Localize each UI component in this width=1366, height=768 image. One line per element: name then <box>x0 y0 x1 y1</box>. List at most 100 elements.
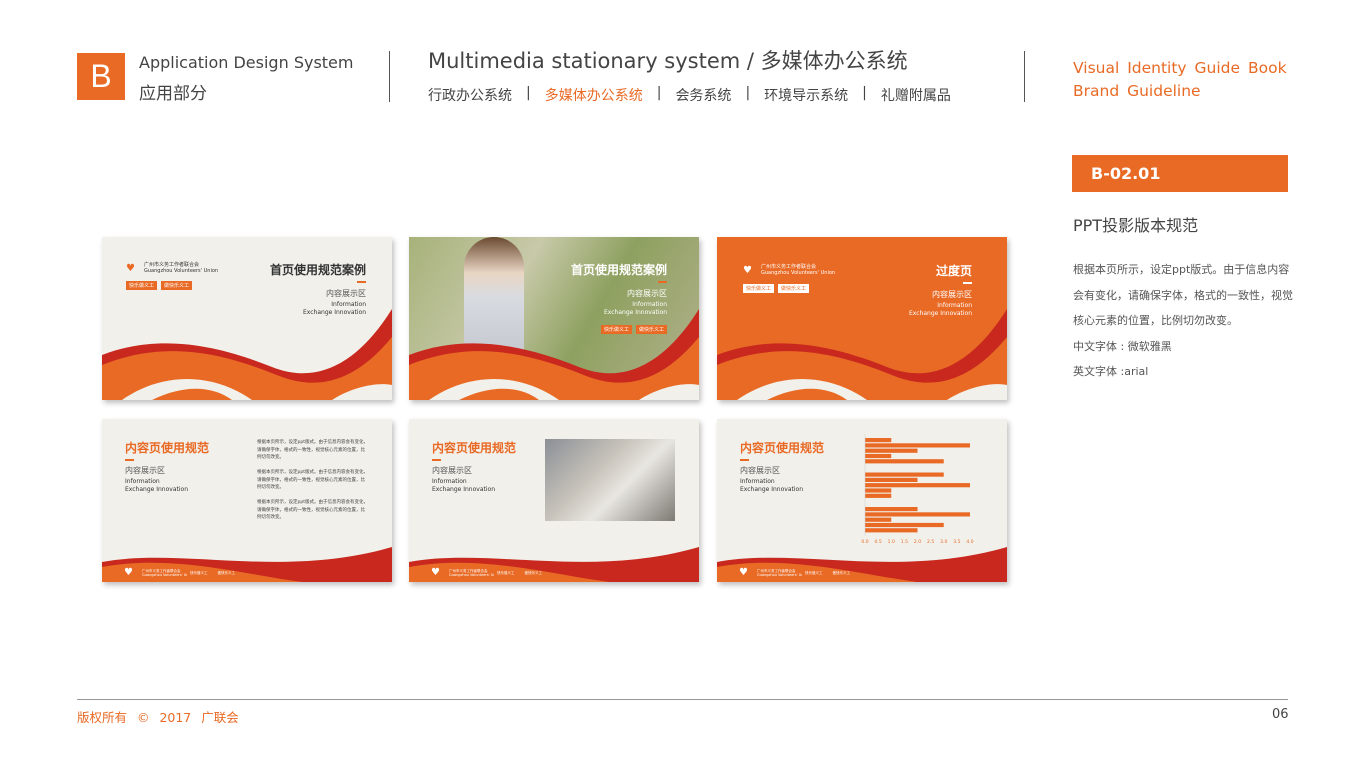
chart-tick-label: 2.0 <box>914 539 921 545</box>
slide-title: 内容页使用规范 <box>125 441 210 455</box>
logo-en: Guangzhou Volunteers' Union <box>144 268 219 274</box>
heart-logo-icon: ♥ <box>743 264 752 276</box>
slogans: 快乐做义工 做快乐义工 <box>802 570 853 577</box>
logo: ♥ 广州市义务工作者联合会 Guangzhou Volunteers' Union <box>743 264 836 276</box>
logo: ♥ 广州市义务工作者联合会 Guangzhou Volunteers' Union <box>126 262 218 274</box>
dash <box>357 281 366 283</box>
chart-bar <box>865 488 892 493</box>
dash <box>432 459 441 461</box>
slogan: 做快乐义工 <box>161 281 193 290</box>
nav-item[interactable]: 环境导示系统 <box>764 85 848 105</box>
nav-item[interactable]: 会务系统 <box>675 85 731 105</box>
page-code: B-02.01 <box>1072 155 1288 192</box>
slide-content-photo: 内容页使用规范内容展示区 Information Exchange Innovati… <box>409 419 699 582</box>
nav-item[interactable]: 行政办公系统 <box>428 85 512 105</box>
slide-transition: ♥ 广州市义务工作者联合会 Guangzhou Volunteers' Union … <box>717 237 1007 400</box>
slide-en: Information Exchange Innovation <box>604 301 667 316</box>
chart-bar <box>865 512 970 517</box>
slide-content-text: 根据本页所示，设定ppt版式。由于信息内容会有变化，请确保字体，格式的一致性，视… <box>102 419 392 582</box>
chart-bar <box>865 528 918 533</box>
body-text: 根据本页所示，设定ppt版式。由于信息内容会有变化，请确保字体，格式的一致性，视… <box>257 500 368 520</box>
slide-sub: 内容展示区 <box>326 289 366 298</box>
slide-cover: ♥ 广州市义务工作者联合会 Guangzhou Volunteers' Union … <box>102 237 392 400</box>
chart-bar <box>865 448 918 453</box>
slide-cover-photo: 首页使用规范案例 内容展示区 Information Exchange Innov… <box>409 237 699 400</box>
slogans: 快乐做义工 做快乐义工 <box>187 570 238 577</box>
logo: ♥ 广州市义务工作者联合会 Guangzhou Volunteers' Union <box>124 567 194 578</box>
chart-tick-label: 3.5 <box>953 539 960 545</box>
slide-sub: 内容展示区 <box>432 466 472 475</box>
nav-separator: | <box>526 85 531 101</box>
slide-title: 过度页 <box>935 264 972 278</box>
nav-separator: | <box>862 85 867 101</box>
chart-tick-label: 4.0 <box>966 539 973 545</box>
chart-tick-label: 2.5 <box>927 539 934 545</box>
nav-item[interactable]: 礼赠附属品 <box>881 85 951 105</box>
body-text: 根据本页所示，设定ppt版式。由于信息内容会有变化，请确保字体，格式的一致性，视… <box>257 440 368 460</box>
chart-bar <box>865 472 944 477</box>
slide-title: 内容页使用规范 <box>432 441 517 455</box>
copyright: 版权所有 © 2017 广联会 <box>77 710 239 725</box>
system-title: Multimedia stationary system / 多媒体办公系统 <box>428 49 908 73</box>
nav-item[interactable]: 多媒体办公系统 <box>545 85 643 105</box>
chart-bar <box>865 493 892 498</box>
dash <box>963 282 972 284</box>
chart-bar <box>865 453 892 459</box>
slide-sub: 内容展示区 <box>932 290 972 299</box>
slide-title: 首页使用规范案例 <box>269 263 366 277</box>
chart-bar <box>865 517 892 522</box>
chart-tick-label: 0.0 <box>861 539 868 545</box>
chart-bar <box>865 522 944 528</box>
description: 根据本页所示，设定ppt版式。由于信息内容会有变化，请确保字体，格式的一致性，视… <box>1073 257 1293 385</box>
page-subtitle: PPT投影版本规范 <box>1073 216 1199 235</box>
slide-en: Information Exchange Innovation <box>125 478 188 493</box>
slogans: 快乐做义工 做快乐义工 <box>126 281 193 290</box>
vi-line-2: Brand Guideline <box>1073 82 1201 100</box>
slide-content-chart: 0.0 0.5 1.0 1.5 2.0 2.5 3.0 3.5 4.0 内容页使用规范 内容展示区… <box>717 419 1007 582</box>
system-nav: 行政办公系统 | 多媒体办公系统 | 会务系统 | 环境导示系统 | 礼赠附属品 <box>428 85 951 105</box>
nav-separator: | <box>656 85 662 101</box>
divider <box>1024 51 1025 102</box>
dash <box>125 459 134 461</box>
page-number: 06 <box>1272 707 1289 722</box>
logo: ♥ 广州市义务工作者联合会 Guangzhou Volunteers' Union <box>431 567 501 578</box>
slide-en: Information Exchange Innovation <box>909 302 972 317</box>
heart-logo-icon: ♥ <box>126 262 135 274</box>
slogan: 快乐做义工 <box>600 325 632 334</box>
chart-bar <box>865 459 944 464</box>
heart-logo-icon: ♥ <box>431 567 440 578</box>
description-text: 根据本页所示，设定ppt版式。由于信息内容会有变化，请确保字体，格式的一致性，视… <box>1073 263 1293 327</box>
chart-tick-label: 1.0 <box>888 539 895 545</box>
heart-logo-icon: ♥ <box>739 567 748 578</box>
footer-divider <box>77 699 1288 700</box>
chart-bar <box>865 438 892 443</box>
chart-bar <box>865 507 918 512</box>
dash <box>740 459 749 461</box>
font-cn: 中文字体 : 微软雅黑 <box>1073 339 1172 353</box>
chart-bar <box>865 443 970 448</box>
logo: ♥ 广州市义务工作者联合会 Guangzhou Volunteers' Union <box>739 567 809 578</box>
slogans: 快乐做义工 做快乐义工 <box>743 284 810 293</box>
slogans: 快乐做义工 做快乐义工 <box>494 570 545 577</box>
font-en: 英文字体 :arial <box>1073 365 1149 378</box>
slide-title: 内容页使用规范 <box>740 441 825 455</box>
chart-bar <box>865 483 970 488</box>
body-text: 根据本页所示，设定ppt版式。由于信息内容会有变化，请确保字体，格式的一致性，视… <box>257 470 368 490</box>
chart-tick-label: 1.5 <box>901 539 908 545</box>
guide-book-title: Visual Identity Guide Book Brand Guideli… <box>1073 57 1287 103</box>
nav-separator: | <box>745 85 751 101</box>
slide-sub: 内容展示区 <box>627 289 667 298</box>
slide-en: Information Exchange Innovation <box>432 478 495 493</box>
section-title-cn: 应用部分 <box>139 84 207 104</box>
divider <box>389 51 390 102</box>
chart-tick-label: 0.5 <box>875 539 882 545</box>
dash <box>658 281 667 283</box>
slogan: 做快乐义工 <box>635 325 667 334</box>
vi-line-1: Visual Identity Guide Book <box>1073 59 1287 77</box>
slide-en: Information Exchange Innovation <box>303 301 366 316</box>
slide-en: Information Exchange Innovation <box>740 478 803 493</box>
section-title-en: Application Design System <box>139 53 354 72</box>
slide-sub: 内容展示区 <box>740 466 780 475</box>
slogans: 快乐做义工 做快乐义工 <box>600 325 667 334</box>
section-badge: B <box>77 53 125 100</box>
